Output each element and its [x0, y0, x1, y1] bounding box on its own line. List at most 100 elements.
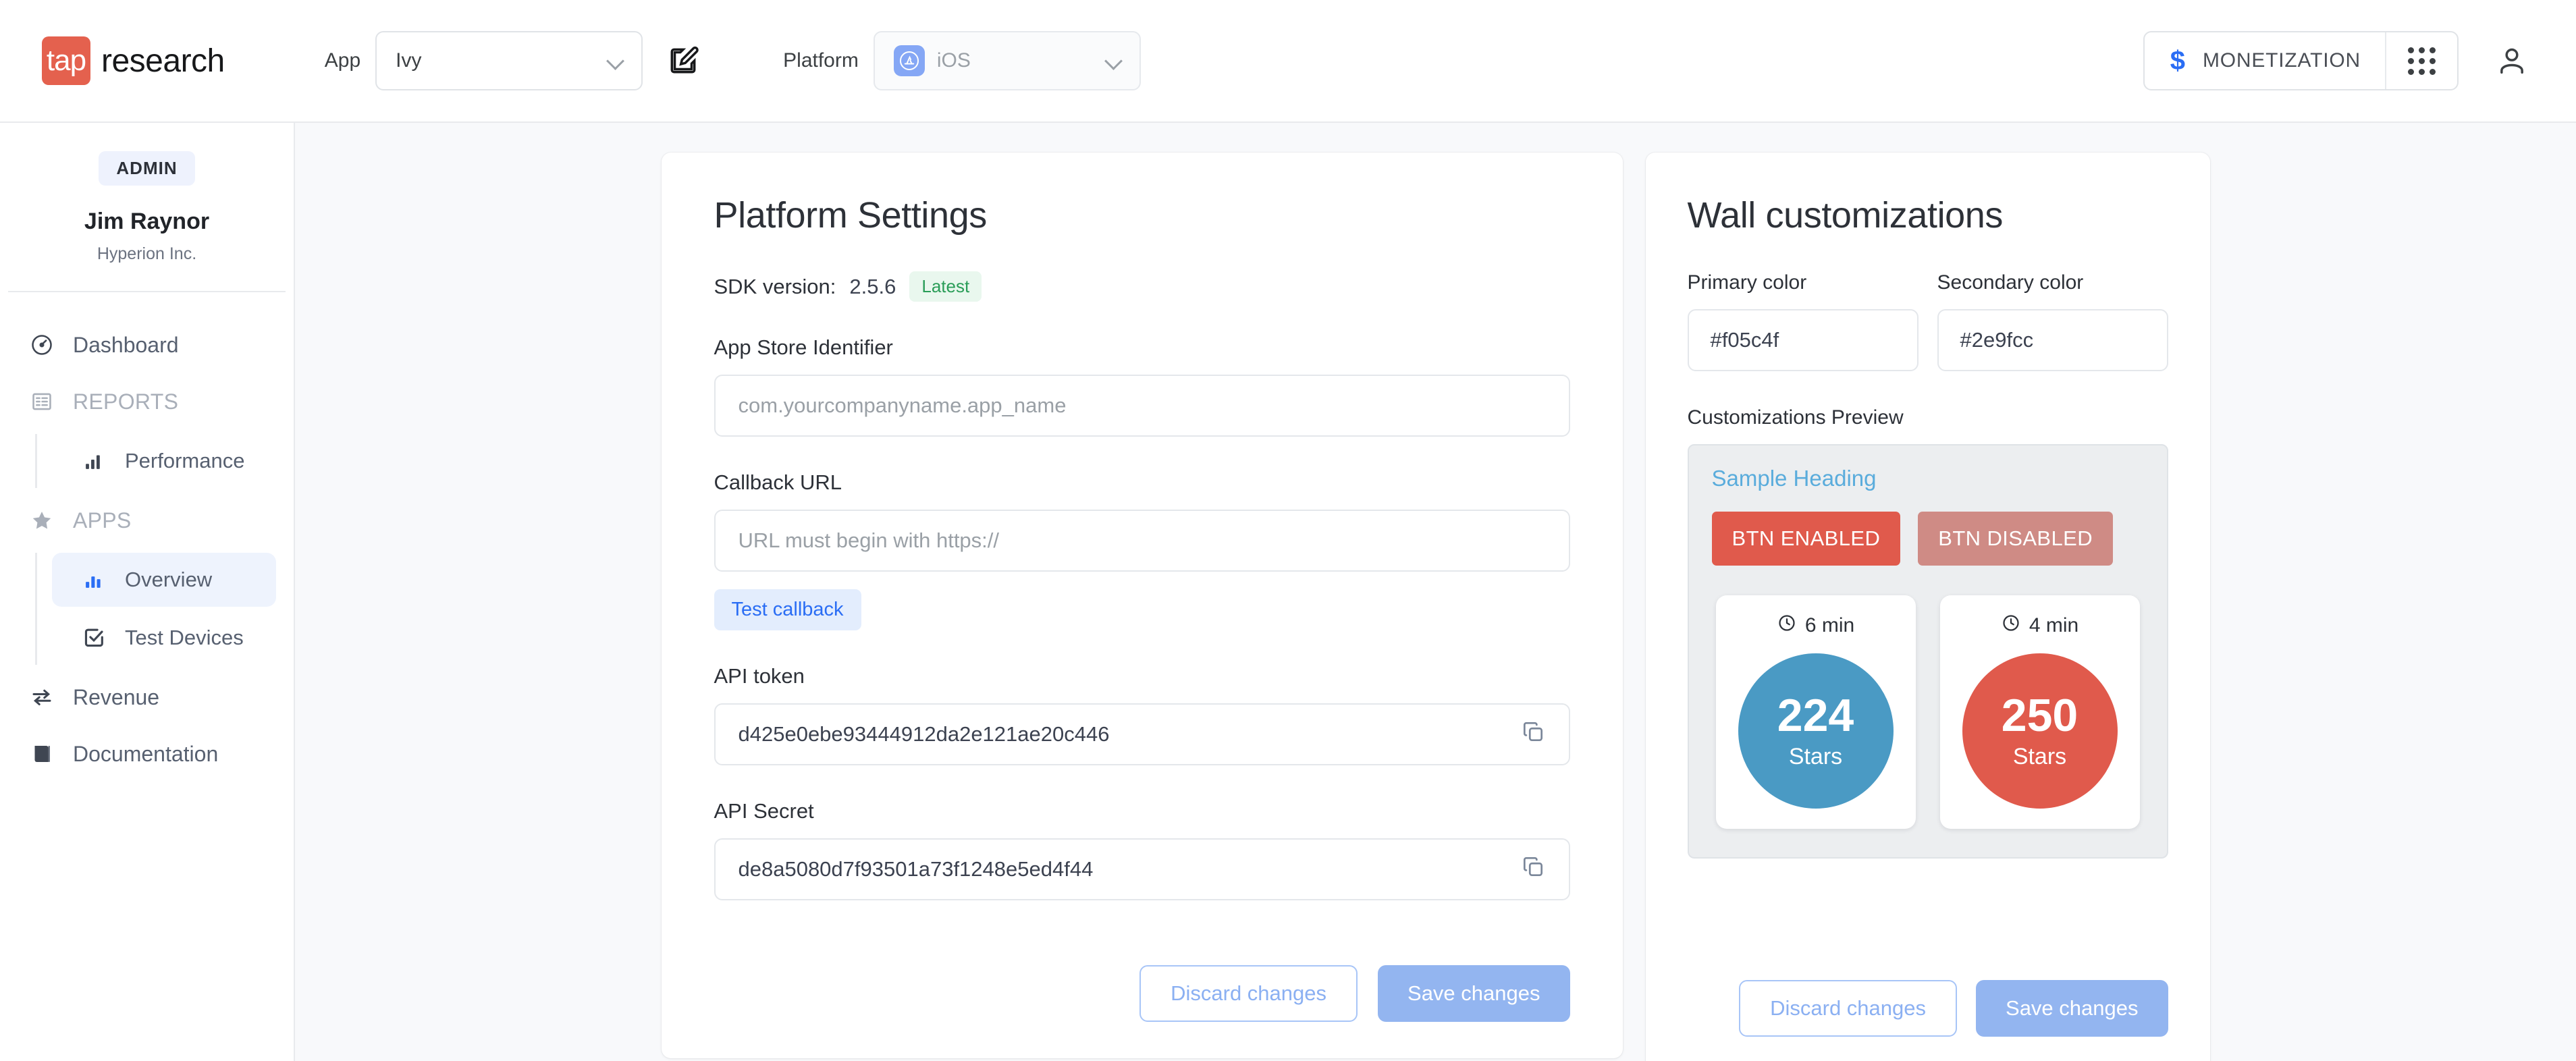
preview-buttons: BTN ENABLED BTN DISABLED [1711, 512, 2144, 566]
sample-heading: Sample Heading [1711, 466, 1877, 491]
account-button[interactable] [2490, 38, 2534, 83]
speedometer-icon [28, 331, 55, 358]
save-changes-button[interactable]: Save changes [1378, 965, 1570, 1022]
sidebar-section-reports[interactable]: REPORTS [0, 373, 279, 430]
wall-customizations-card: Wall customizations Primary color #f05c4… [1645, 153, 2210, 1061]
survey-card[interactable]: 4 min 250 Stars [1939, 595, 2140, 829]
chevron-down-icon [1106, 52, 1123, 70]
api-secret-label: API Secret [714, 799, 814, 823]
primary-color-field: Primary color #f05c4f [1687, 271, 1918, 371]
account-person-icon [2500, 48, 2523, 74]
customizations-preview: Sample Heading BTN ENABLED BTN DISABLED [1687, 444, 2168, 859]
sidebar-subgroup-apps: Overview Test Devices [35, 553, 294, 665]
survey-reward-amount: 250 [2001, 689, 2078, 741]
monetization-button-group: $ MONETIZATION [2143, 31, 2459, 90]
secondary-color-input[interactable]: #2e9fcc [1937, 309, 2168, 371]
survey-duration: 6 min [1777, 613, 1854, 638]
api-token-value: d425e0ebe93444912da2e121ae20c446 [738, 722, 1110, 746]
survey-duration-label: 4 min [2029, 614, 2079, 636]
platform-settings-card: Platform Settings SDK version: 2.5.6 Lat… [661, 153, 1623, 1058]
callback-url-input[interactable]: URL must begin with https:// [714, 510, 1570, 572]
app-store-identifier-input[interactable]: com.yourcompanyname.app_name [714, 375, 1570, 437]
wall-title: Wall customizations [1687, 195, 2004, 236]
primary-color-input[interactable]: #f05c4f [1687, 309, 1918, 371]
survey-reward-unit: Stars [1788, 743, 1843, 769]
transfer-arrows-icon [28, 684, 55, 711]
sidebar-subgroup-reports: Performance [35, 434, 294, 488]
app-store-icon [893, 45, 925, 76]
role-badge-wrap: ADMIN [0, 151, 294, 186]
app-selector-group: App Ivy [325, 31, 703, 90]
app-store-identifier-field: App Store Identifier com.yourcompanyname… [714, 335, 1570, 437]
customizations-preview-label: Customizations Preview [1687, 406, 1904, 429]
settings-actions: Discard changes Save changes [714, 965, 1570, 1022]
secondary-color-field: Secondary color #2e9fcc [1937, 271, 2168, 371]
sidebar-section-apps[interactable]: APPS [0, 492, 279, 549]
survey-reward-circle: 224 Stars [1738, 653, 1894, 809]
page-body: ADMIN Jim Raynor Hyperion Inc. Dashboard [0, 123, 2576, 1061]
color-fields-row: Primary color #f05c4f Secondary color #2… [1687, 271, 2168, 371]
sidebar: ADMIN Jim Raynor Hyperion Inc. Dashboard [0, 123, 295, 1061]
star-icon [28, 507, 55, 534]
logo-mark-icon: tap [42, 36, 90, 85]
wall-discard-changes-button[interactable]: Discard changes [1739, 980, 1958, 1037]
apps-grid-button[interactable] [2386, 32, 2457, 89]
sidebar-item-revenue[interactable]: Revenue [0, 669, 279, 726]
copy-icon[interactable] [1520, 854, 1546, 885]
api-secret-value: de8a5080d7f93501a73f1248e5ed4f44 [738, 857, 1094, 881]
survey-reward-circle: 250 Stars [1962, 653, 2118, 809]
sdk-version-row: SDK version: 2.5.6 Latest [714, 271, 1570, 302]
api-secret-input-wrap[interactable]: de8a5080d7f93501a73f1248e5ed4f44 [714, 838, 1570, 900]
check-square-icon [80, 624, 107, 651]
platform-selector-group: Platform iOS [783, 31, 1141, 90]
api-secret-field: API Secret de8a5080d7f93501a73f1248e5ed4… [714, 799, 1570, 900]
sdk-version-value: 2.5.6 [849, 274, 896, 298]
sidebar-item-label: Test Devices [125, 626, 244, 649]
brand-logo[interactable]: tap research [42, 36, 225, 85]
monetization-label: MONETIZATION [2202, 49, 2361, 72]
sdk-latest-badge: Latest [909, 271, 982, 302]
user-organization: Hyperion Inc. [97, 244, 197, 263]
page-title: Platform Settings [714, 195, 988, 236]
sdk-version-label: SDK version: [714, 274, 836, 298]
app-select-value: Ivy [396, 49, 422, 72]
app-select[interactable]: Ivy [375, 31, 643, 90]
copy-icon[interactable] [1520, 719, 1546, 750]
survey-reward-amount: 224 [1777, 689, 1854, 741]
wall-save-changes-button[interactable]: Save changes [1976, 980, 2168, 1037]
sidebar-nav: Dashboard REPORTS Performance APPS Overv… [0, 292, 294, 782]
app-root: tap research App Ivy Platform iOS $ MONE… [0, 0, 2576, 1061]
callback-url-field: Callback URL URL must begin with https:/… [714, 470, 1570, 630]
survey-duration-label: 6 min [1804, 614, 1855, 636]
app-selector-label: App [324, 49, 361, 72]
dollar-sign-icon: $ [2170, 46, 2185, 76]
clock-icon [2001, 613, 2021, 638]
btn-enabled-preview[interactable]: BTN ENABLED [1711, 512, 1901, 566]
sidebar-item-label: Performance [125, 449, 245, 472]
sidebar-section-label: REPORTS [73, 389, 179, 414]
clock-icon [1777, 613, 1797, 638]
platform-selector-label: Platform [783, 49, 859, 72]
sidebar-item-test-devices[interactable]: Test Devices [52, 611, 276, 665]
edit-pencil-icon[interactable] [663, 40, 703, 81]
sidebar-item-overview[interactable]: Overview [52, 553, 276, 607]
sidebar-item-performance[interactable]: Performance [52, 434, 276, 488]
api-token-input-wrap[interactable]: d425e0ebe93444912da2e121ae20c446 [714, 703, 1570, 765]
sidebar-item-label: Dashboard [73, 332, 179, 357]
survey-card[interactable]: 6 min 224 Stars [1715, 595, 1916, 829]
bar-chart-icon [80, 447, 107, 474]
app-store-identifier-label: App Store Identifier [714, 335, 893, 359]
test-callback-button[interactable]: Test callback [714, 589, 861, 630]
sidebar-item-dashboard[interactable]: Dashboard [0, 317, 279, 373]
primary-color-label: Primary color [1687, 271, 1807, 294]
book-icon [28, 740, 55, 767]
wall-actions: Discard changes Save changes [1688, 980, 2168, 1037]
platform-select[interactable]: iOS [873, 31, 1141, 90]
sidebar-item-label: Revenue [73, 684, 160, 709]
logo-wordmark: research [101, 43, 225, 79]
sidebar-item-documentation[interactable]: Documentation [0, 726, 279, 782]
bar-chart-blue-icon [80, 566, 107, 593]
monetization-button[interactable]: $ MONETIZATION [2145, 32, 2385, 89]
sidebar-item-label: Documentation [73, 741, 219, 766]
discard-changes-button[interactable]: Discard changes [1139, 965, 1358, 1022]
